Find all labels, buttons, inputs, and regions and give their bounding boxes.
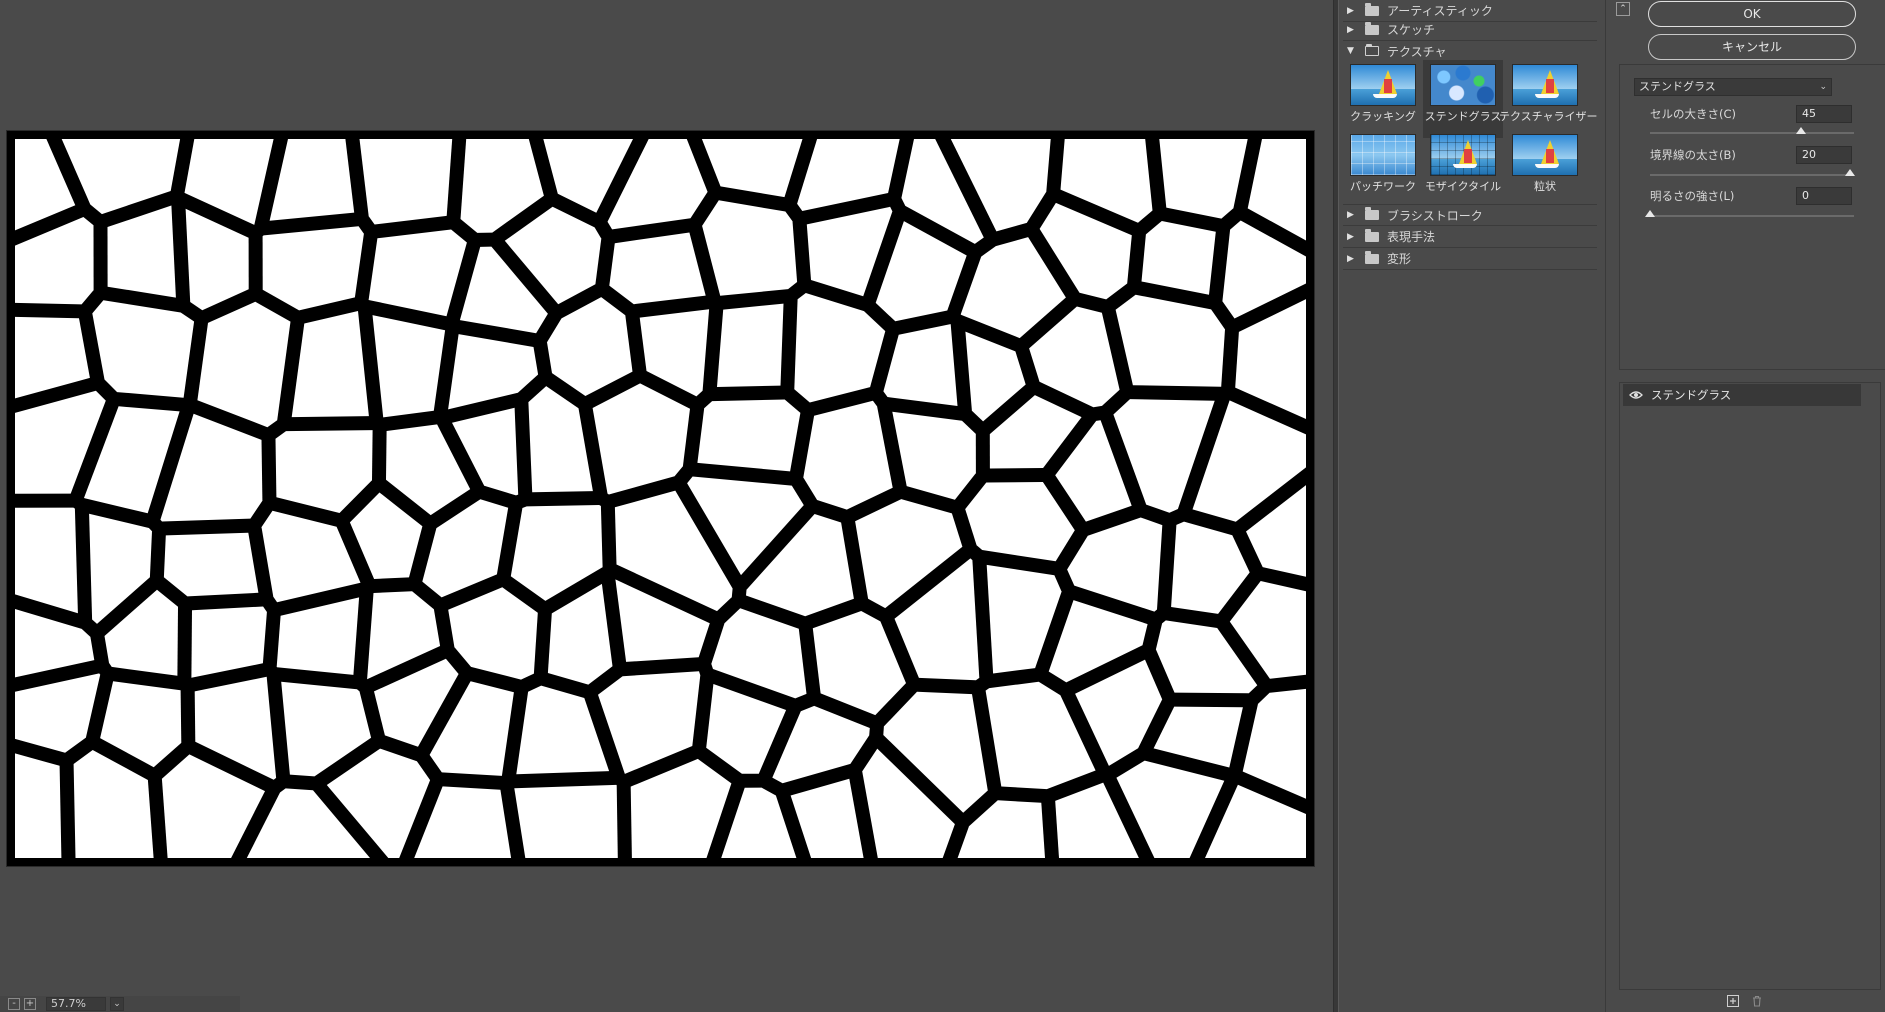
filter-thumb-stained-glass[interactable]: ステンドグラス bbox=[1423, 60, 1503, 138]
thumbnail-image bbox=[1350, 64, 1416, 106]
stained-glass-cell bbox=[372, 315, 446, 418]
stained-glass-cell bbox=[15, 753, 62, 858]
folder-label: 表現手法 bbox=[1387, 230, 1436, 244]
filter-thumb-craquelure[interactable]: クラッキング bbox=[1343, 60, 1423, 138]
slider-thumb[interactable] bbox=[1844, 169, 1855, 176]
expand-triangle-icon: ▶ bbox=[1347, 24, 1354, 35]
chevron-down-icon: ⌄ bbox=[1819, 82, 1827, 92]
folder-open-icon bbox=[1365, 44, 1379, 56]
stained-glass-cell bbox=[717, 303, 784, 387]
preview-footer: - + 57.7% ⌄ bbox=[0, 996, 240, 1012]
folder-label: アーティスティック bbox=[1387, 4, 1493, 18]
thumbnail-label: パッチワーク bbox=[1350, 180, 1416, 193]
stained-glass-preview bbox=[7, 131, 1314, 866]
border-thickness-label: 境界線の太さ(B) bbox=[1650, 148, 1736, 162]
filter-gallery-panel: ▶ アーティスティック ▶ スケッチ ▼ テクスチャ クラッキング ステンドグラ… bbox=[1339, 0, 1605, 1012]
expand-triangle-icon: ▶ bbox=[1347, 210, 1354, 220]
ok-button[interactable]: OK bbox=[1648, 1, 1856, 27]
effect-layer-name: ステンドグラス bbox=[1651, 388, 1732, 402]
cell-size-slider[interactable] bbox=[1650, 127, 1854, 134]
thumbnail-image bbox=[1512, 64, 1578, 106]
folder-label: 変形 bbox=[1387, 252, 1412, 266]
stained-glass-cell bbox=[697, 399, 801, 472]
layer-footer bbox=[1726, 994, 1764, 1008]
effect-layer-item[interactable]: ステンドグラス bbox=[1623, 384, 1861, 406]
zoom-level-field[interactable]: 57.7% bbox=[46, 997, 106, 1011]
thumbnail-label: クラッキング bbox=[1350, 110, 1416, 123]
slider-thumb[interactable] bbox=[1795, 127, 1806, 134]
stained-glass-cell bbox=[262, 226, 364, 311]
effect-layers-list bbox=[1619, 382, 1881, 990]
filter-thumb-texturizer[interactable]: テクスチャライザー bbox=[1499, 60, 1598, 138]
folder-distort[interactable]: ▶ 変形 bbox=[1343, 248, 1597, 270]
folder-label: スケッチ bbox=[1387, 23, 1436, 37]
border-thickness-slider[interactable] bbox=[1650, 169, 1855, 176]
filter-select-value: ステンドグラス bbox=[1639, 80, 1716, 93]
filter-thumb-mosaic-tiles[interactable]: モザイクタイル bbox=[1423, 130, 1503, 208]
folder-icon bbox=[1365, 207, 1379, 220]
stained-glass-cell bbox=[514, 784, 618, 858]
stained-glass-cell bbox=[359, 139, 453, 225]
folder-icon bbox=[1365, 2, 1379, 16]
expand-triangle-icon: ▶ bbox=[1347, 231, 1354, 242]
expand-triangle-icon: ▶ bbox=[1347, 5, 1354, 16]
thumbnail-image bbox=[1350, 134, 1416, 176]
thumbnail-image bbox=[1430, 134, 1496, 176]
filter-thumb-grain[interactable]: 粒状 bbox=[1505, 130, 1585, 208]
preview-area[interactable]: - + 57.7% ⌄ bbox=[0, 0, 1333, 1012]
zoom-out-button[interactable]: - bbox=[8, 998, 20, 1010]
light-intensity-slider[interactable] bbox=[1645, 210, 1854, 217]
thumbnail-label: 粒状 bbox=[1534, 180, 1556, 193]
cancel-button[interactable]: キャンセル bbox=[1648, 34, 1856, 60]
folder-artistic-effects[interactable]: ▶ 表現手法 bbox=[1343, 226, 1597, 248]
folder-sketch[interactable]: ▶ スケッチ bbox=[1343, 19, 1597, 41]
folder-label: テクスチャ bbox=[1387, 44, 1447, 59]
light-intensity-label: 明るさの強さ(L) bbox=[1650, 189, 1735, 203]
folder-icon bbox=[1365, 21, 1379, 35]
slider-thumb[interactable] bbox=[1645, 210, 1655, 217]
thumbnail-label: テクスチャライザー bbox=[1499, 110, 1598, 123]
folder-brush-strokes[interactable]: ▶ ブラシストローク bbox=[1343, 204, 1597, 226]
stained-glass-cell bbox=[163, 532, 259, 597]
expand-triangle-icon: ▶ bbox=[1347, 253, 1354, 264]
border-thickness-input[interactable]: 20 bbox=[1796, 146, 1852, 164]
thumbnail-image bbox=[1430, 64, 1496, 106]
zoom-in-button[interactable]: + bbox=[24, 998, 36, 1010]
stained-glass-cell bbox=[1141, 221, 1216, 295]
filter-gallery-window: - + 57.7% ⌄ ▶ アーティスティック ▶ スケッチ ▼ テクスチャ ク… bbox=[0, 0, 1885, 1012]
thumbnail-label: モザイクタイル bbox=[1424, 180, 1502, 193]
filter-settings-panel: ⌃ OK キャンセル ステンドグラス ⌄ セルの大きさ(C) 45 境界線の太さ… bbox=[1605, 0, 1885, 1012]
thumbnail-label: ステンドグラス bbox=[1424, 110, 1502, 123]
stained-glass-cell bbox=[609, 232, 706, 305]
new-layer-icon[interactable] bbox=[1726, 994, 1740, 1008]
folder-texture[interactable]: ▼ テクスチャ bbox=[1343, 40, 1597, 62]
collapse-up-icon[interactable]: ⌃ bbox=[1616, 2, 1630, 16]
eye-icon[interactable] bbox=[1627, 386, 1645, 404]
cell-size-input[interactable]: 45 bbox=[1796, 105, 1852, 123]
cell-size-label: セルの大きさ(C) bbox=[1650, 107, 1737, 121]
trash-icon[interactable] bbox=[1750, 994, 1764, 1008]
chevron-down-icon[interactable]: ⌄ bbox=[110, 997, 124, 1011]
light-intensity-input[interactable]: 0 bbox=[1796, 187, 1852, 205]
filter-select[interactable]: ステンドグラス ⌄ bbox=[1634, 78, 1832, 96]
filter-thumb-patchwork[interactable]: パッチワーク bbox=[1343, 130, 1423, 208]
folder-icon bbox=[1365, 250, 1379, 264]
collapse-triangle-icon: ▼ bbox=[1347, 46, 1354, 56]
folder-label: ブラシストローク bbox=[1387, 208, 1483, 223]
folder-icon bbox=[1365, 228, 1379, 242]
preview-canvas[interactable] bbox=[6, 130, 1315, 867]
thumbnail-image bbox=[1512, 134, 1578, 176]
